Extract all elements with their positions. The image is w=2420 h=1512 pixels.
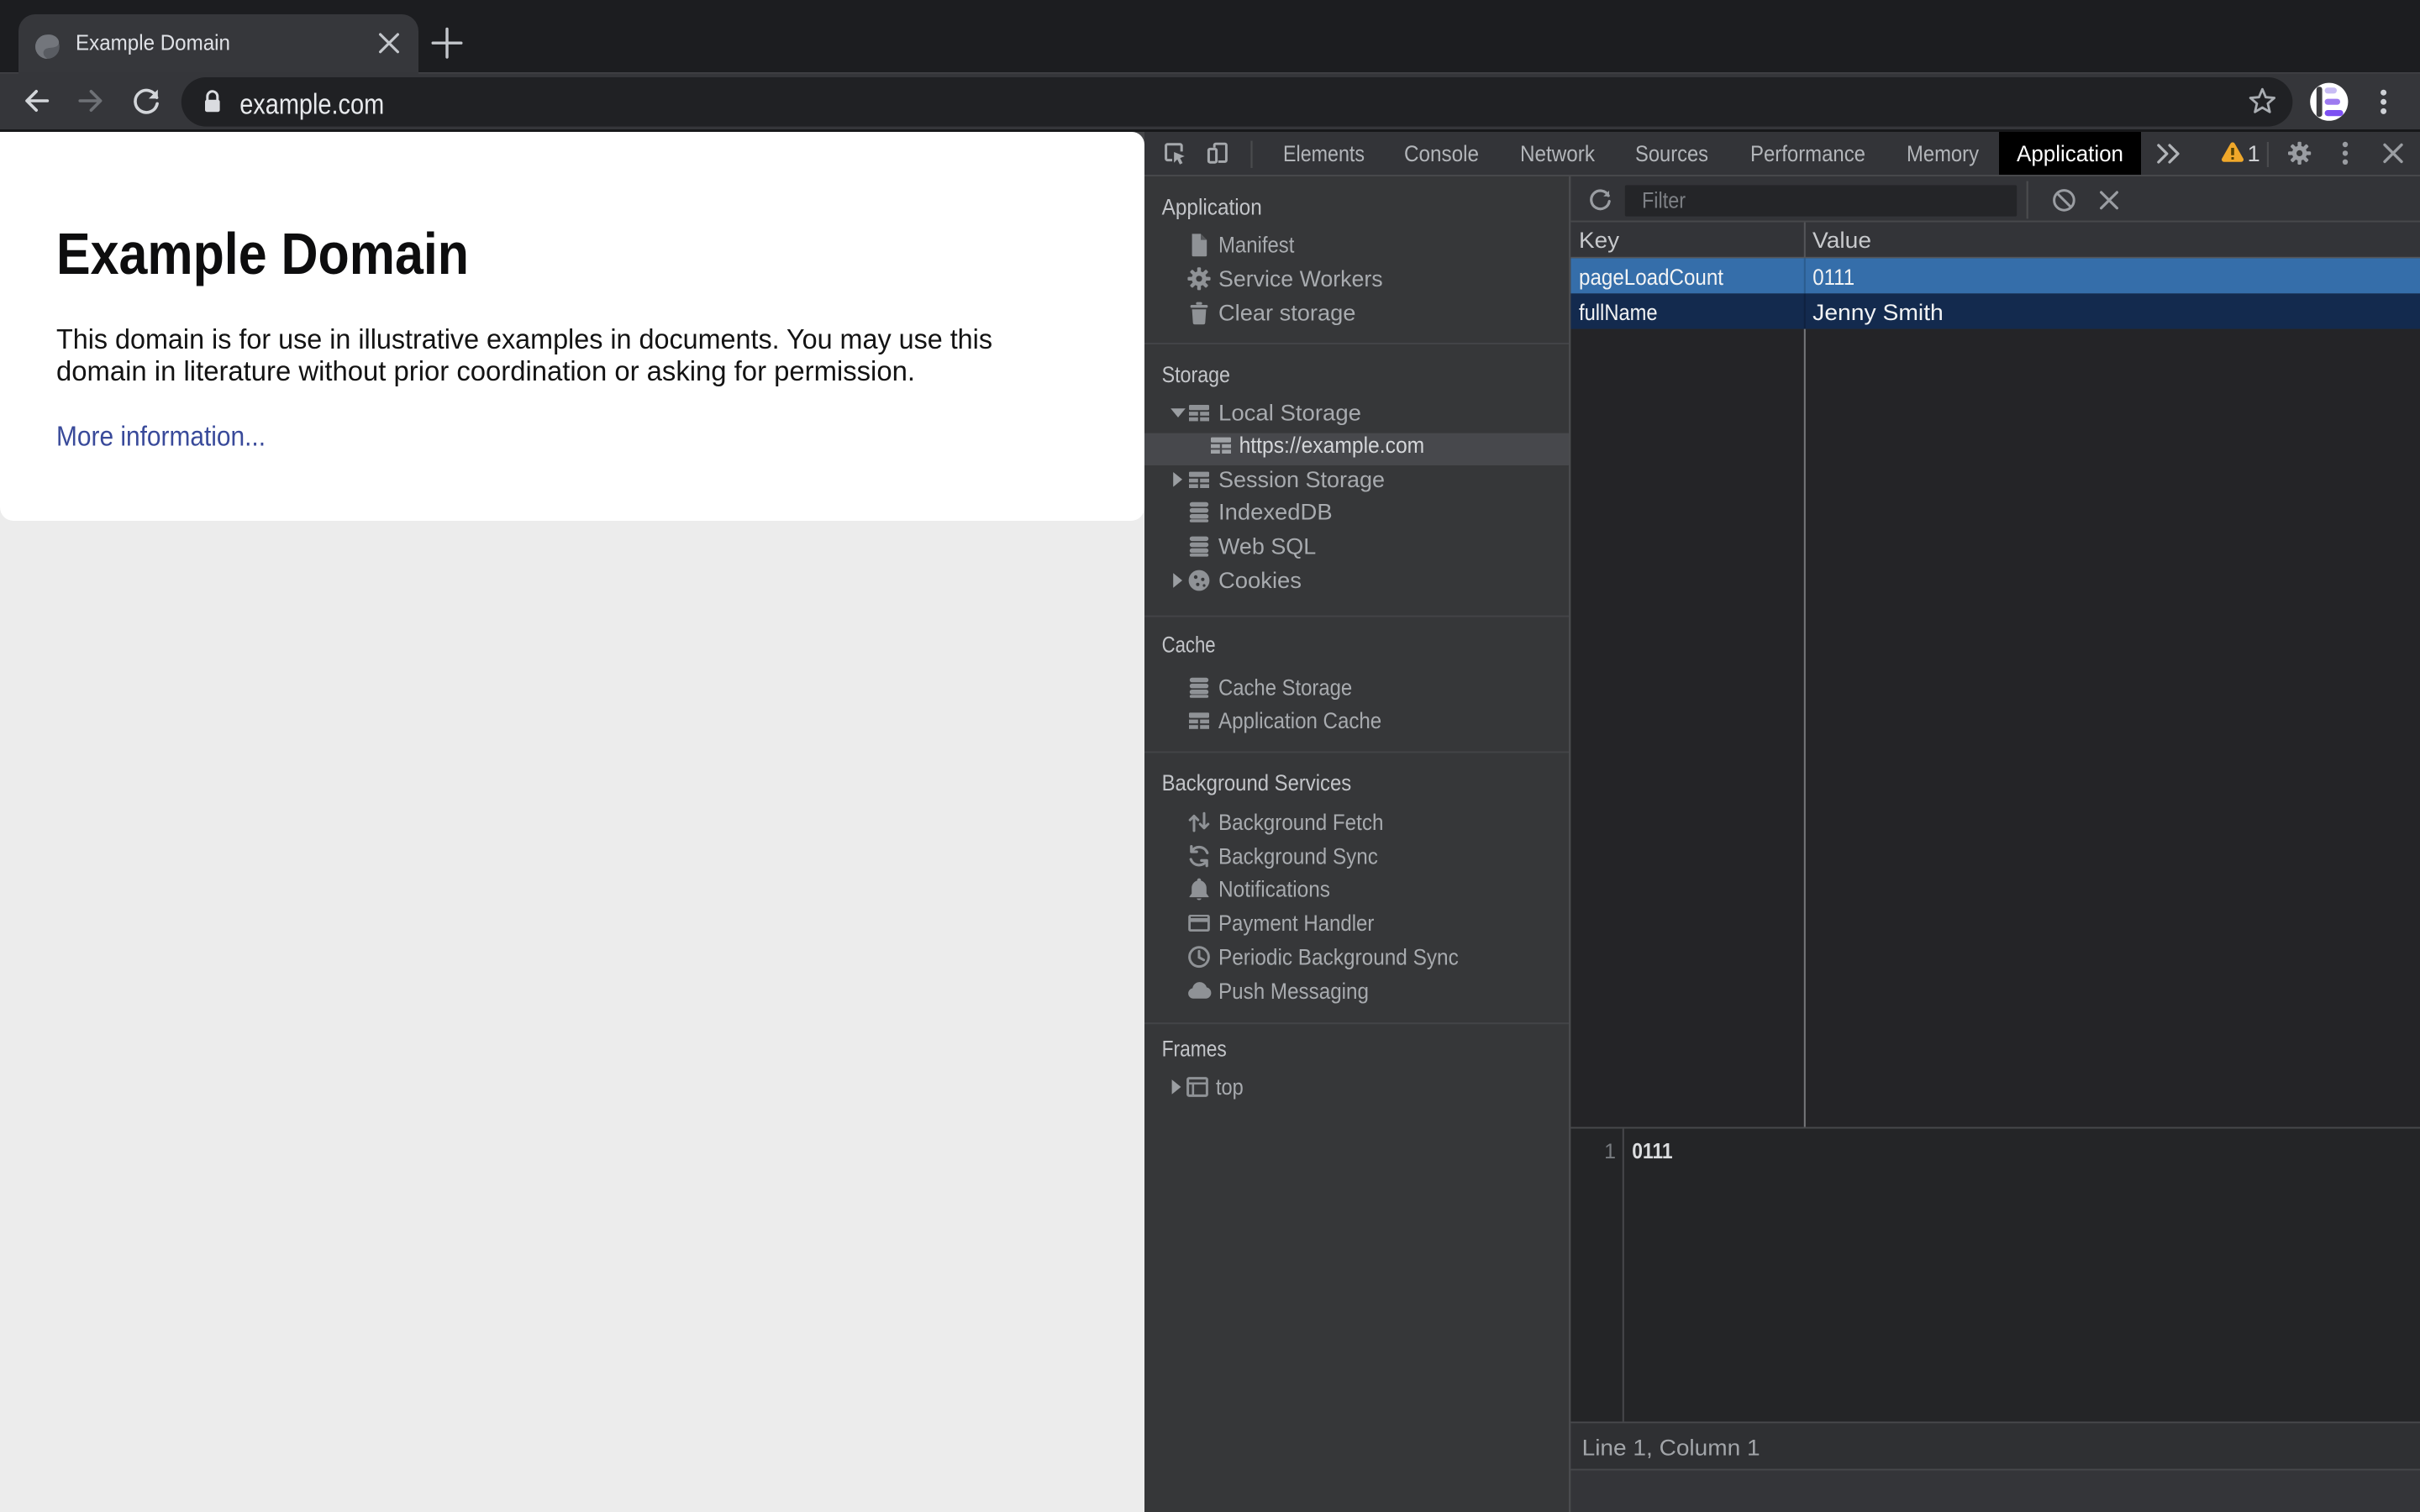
svg-text:Application Cache: Application Cache [1218, 708, 1381, 733]
svg-text:Session Storage: Session Storage [1218, 467, 1385, 492]
svg-text:Sources: Sources [1635, 141, 1708, 166]
svg-text:Push Messaging: Push Messaging [1218, 979, 1369, 1004]
svg-text:Frames: Frames [1162, 1036, 1227, 1061]
svg-text:Key: Key [1579, 228, 1620, 253]
svg-text:Cache Storage: Cache Storage [1218, 675, 1352, 701]
svg-text:example.com: example.com [239, 89, 384, 121]
svg-text:domain in literature without p: domain in literature without prior coord… [56, 356, 915, 387]
svg-text:IndexedDB: IndexedDB [1218, 500, 1333, 525]
svg-text:Cookies: Cookies [1218, 568, 1302, 593]
svg-text:Example Domain: Example Domain [76, 30, 230, 55]
svg-text:Jenny Smith: Jenny Smith [1812, 300, 1944, 325]
svg-text:Application: Application [1162, 194, 1262, 219]
svg-text:Memory: Memory [1907, 141, 1979, 166]
svg-text:Manifest: Manifest [1218, 232, 1295, 257]
svg-text:Web SQL: Web SQL [1218, 533, 1316, 559]
svg-text:Network: Network [1520, 141, 1595, 166]
svg-text:https://example.com: https://example.com [1239, 433, 1425, 458]
svg-text:fullName: fullName [1579, 300, 1658, 325]
svg-text:This domain is for use in illu: This domain is for use in illustrative e… [56, 324, 992, 355]
svg-text:Filter: Filter [1642, 187, 1686, 213]
svg-text:0111: 0111 [1632, 1138, 1672, 1163]
svg-text:Background Fetch: Background Fetch [1218, 810, 1383, 835]
svg-text:Clear storage: Clear storage [1218, 300, 1355, 325]
svg-text:Example Domain: Example Domain [56, 221, 469, 286]
svg-text:Notifications: Notifications [1218, 877, 1330, 902]
svg-text:Cache: Cache [1162, 632, 1216, 657]
svg-text:More information...: More information... [56, 422, 266, 453]
svg-text:Storage: Storage [1162, 362, 1230, 387]
svg-text:1: 1 [1604, 1140, 1616, 1163]
svg-text:Background Services: Background Services [1162, 770, 1352, 795]
svg-text:Performance: Performance [1750, 141, 1865, 166]
svg-text:Application: Application [2017, 141, 2123, 166]
svg-text:Payment Handler: Payment Handler [1218, 911, 1374, 936]
svg-text:pageLoadCount: pageLoadCount [1579, 265, 1723, 290]
svg-text:1: 1 [2248, 141, 2260, 166]
svg-text:Console: Console [1404, 141, 1479, 166]
svg-text:top: top [1216, 1074, 1244, 1100]
svg-text:Service Workers: Service Workers [1218, 266, 1383, 291]
svg-text:Line 1, Column 1: Line 1, Column 1 [1582, 1436, 1760, 1461]
svg-text:Value: Value [1812, 228, 1871, 253]
svg-text:Local Storage: Local Storage [1218, 400, 1361, 425]
svg-text:0111: 0111 [1812, 265, 1854, 290]
svg-text:Periodic Background Sync: Periodic Background Sync [1218, 944, 1459, 969]
svg-text:Background Sync: Background Sync [1218, 843, 1378, 869]
svg-text:Elements: Elements [1283, 141, 1365, 166]
